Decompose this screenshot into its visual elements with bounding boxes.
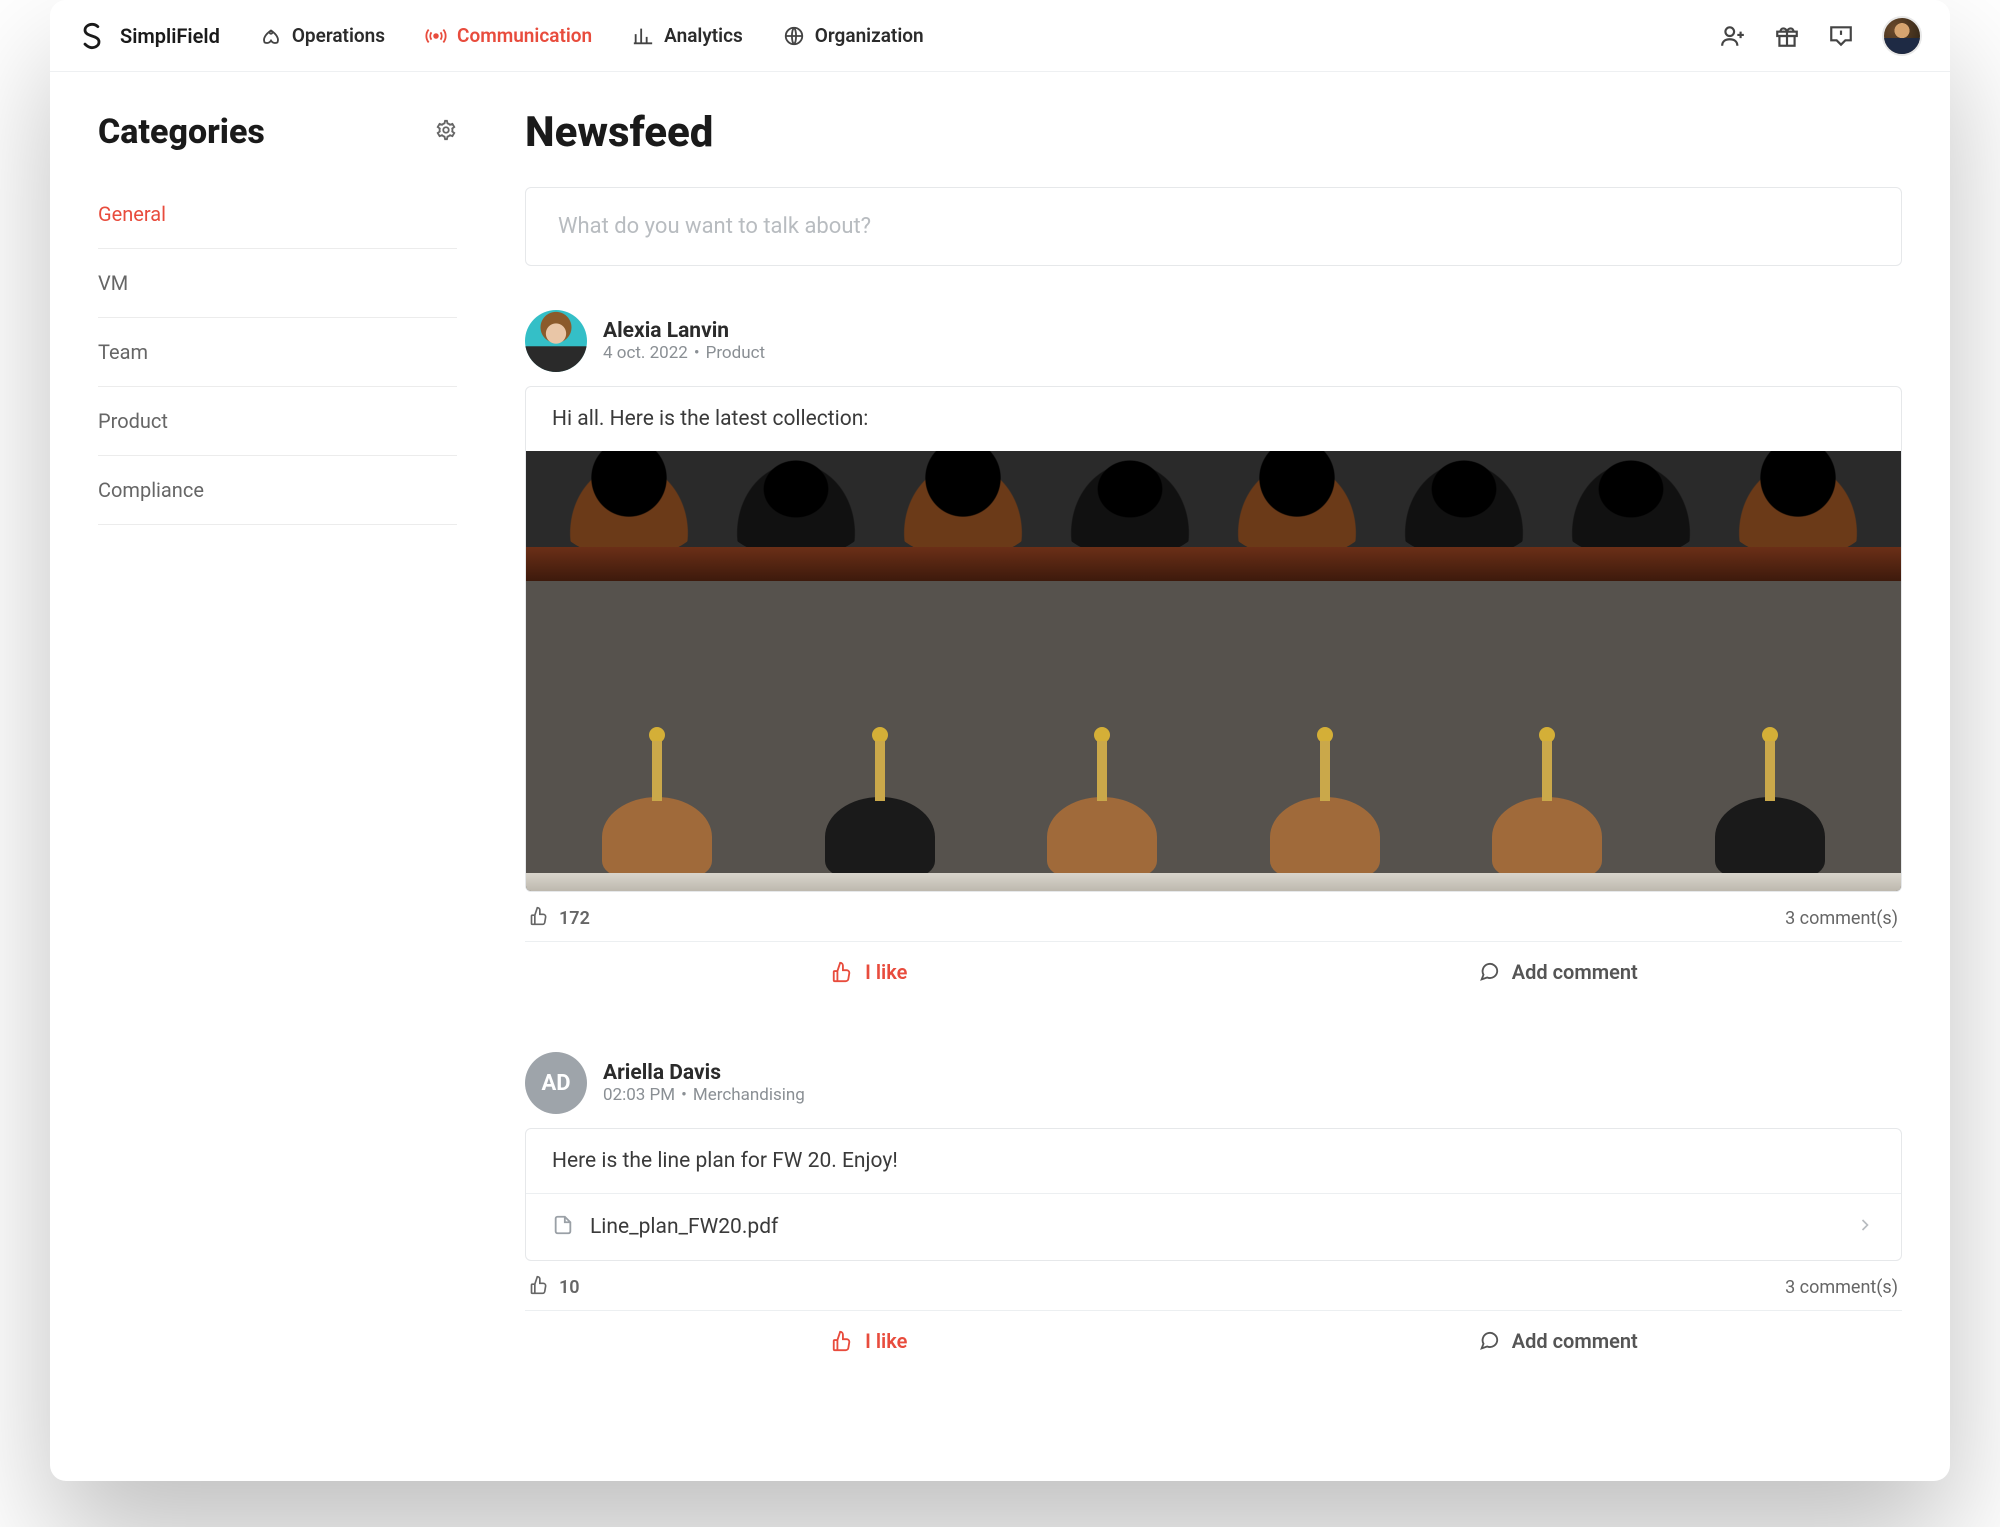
thumbs-up-icon	[529, 906, 549, 931]
post-body: Here is the line plan for FW 20. Enjoy! …	[525, 1128, 1902, 1261]
add-comment-button[interactable]: Add comment	[1214, 1311, 1903, 1371]
post-meta: 02:03 PM•Merchandising	[603, 1085, 805, 1105]
file-icon	[552, 1214, 574, 1240]
analytics-icon	[632, 25, 654, 47]
nav-label: Organization	[815, 24, 924, 47]
post: Alexia Lanvin 4 oct. 2022•Product Hi all…	[525, 310, 1902, 1002]
nav-operations[interactable]: Operations	[260, 24, 385, 47]
primary-nav: Operations Communication Analytics Organ…	[260, 24, 1720, 47]
nav-analytics[interactable]: Analytics	[632, 24, 743, 47]
like-count: 172	[529, 906, 590, 931]
add-comment-label: Add comment	[1512, 960, 1638, 984]
composer-placeholder: What do you want to talk about?	[558, 214, 871, 239]
body: Categories General VM Team Product Compl…	[50, 72, 1950, 1481]
post-body: Hi all. Here is the latest collection:	[525, 386, 1902, 892]
brand[interactable]: SimpliField	[78, 22, 220, 50]
rocket-icon	[260, 25, 282, 47]
author-name[interactable]: Alexia Lanvin	[603, 319, 765, 343]
file-name: Line_plan_FW20.pdf	[590, 1215, 1839, 1239]
like-button[interactable]: I like	[525, 1311, 1214, 1371]
post-meta: 4 oct. 2022•Product	[603, 343, 765, 363]
post-category: Product	[706, 343, 765, 363]
chevron-right-icon	[1855, 1215, 1875, 1239]
category-product[interactable]: Product	[98, 387, 457, 456]
post-category: Merchandising	[693, 1085, 805, 1105]
app-shell: SimpliField Operations Communication Ana…	[50, 0, 1950, 1481]
main: Newsfeed What do you want to talk about?…	[505, 72, 1950, 1481]
like-label: I like	[865, 1329, 907, 1353]
post-time: 02:03 PM	[603, 1085, 675, 1105]
gift-icon[interactable]	[1774, 23, 1800, 49]
add-comment-button[interactable]: Add comment	[1214, 942, 1903, 1002]
like-button[interactable]: I like	[525, 942, 1214, 1002]
thumbs-up-icon	[529, 1275, 549, 1300]
sidebar-title: Categories	[98, 112, 265, 152]
post: AD Ariella Davis 02:03 PM•Merchandising …	[525, 1052, 1902, 1371]
sidebar: Categories General VM Team Product Compl…	[50, 72, 505, 1481]
nav-communication[interactable]: Communication	[425, 24, 592, 47]
nav-label: Operations	[292, 24, 385, 47]
post-date: 4 oct. 2022	[603, 343, 688, 363]
nav-label: Communication	[457, 24, 592, 47]
category-vm[interactable]: VM	[98, 249, 457, 318]
topbar: SimpliField Operations Communication Ana…	[50, 0, 1950, 72]
feedback-icon[interactable]	[1828, 23, 1854, 49]
thumbs-up-icon	[831, 961, 853, 983]
author-name[interactable]: Ariella Davis	[603, 1061, 805, 1085]
thumbs-up-icon	[831, 1330, 853, 1352]
settings-icon[interactable]	[435, 119, 457, 145]
category-compliance[interactable]: Compliance	[98, 456, 457, 525]
topbar-actions	[1720, 16, 1922, 56]
like-count: 10	[529, 1275, 580, 1300]
category-team[interactable]: Team	[98, 318, 457, 387]
author-avatar[interactable]	[525, 310, 587, 372]
globe-icon	[783, 25, 805, 47]
category-general[interactable]: General	[98, 180, 457, 249]
brand-logo-icon	[78, 22, 106, 50]
comment-count[interactable]: 3 comment(s)	[1785, 908, 1898, 929]
like-label: I like	[865, 960, 907, 984]
post-text: Here is the line plan for FW 20. Enjoy!	[526, 1129, 1901, 1193]
file-attachment[interactable]: Line_plan_FW20.pdf	[526, 1193, 1901, 1260]
users-icon[interactable]	[1720, 23, 1746, 49]
category-list: General VM Team Product Compliance	[98, 180, 457, 525]
composer[interactable]: What do you want to talk about?	[525, 187, 1902, 266]
nav-organization[interactable]: Organization	[783, 24, 924, 47]
page-title: Newsfeed	[525, 108, 1902, 157]
post-text: Hi all. Here is the latest collection:	[526, 387, 1901, 451]
comment-icon	[1478, 961, 1500, 983]
comment-icon	[1478, 1330, 1500, 1352]
author-avatar[interactable]: AD	[525, 1052, 587, 1114]
nav-label: Analytics	[664, 24, 743, 47]
broadcast-icon	[425, 25, 447, 47]
brand-name: SimpliField	[120, 24, 220, 48]
post-image[interactable]	[526, 451, 1901, 891]
comment-count[interactable]: 3 comment(s)	[1785, 1277, 1898, 1298]
add-comment-label: Add comment	[1512, 1329, 1638, 1353]
user-avatar[interactable]	[1882, 16, 1922, 56]
